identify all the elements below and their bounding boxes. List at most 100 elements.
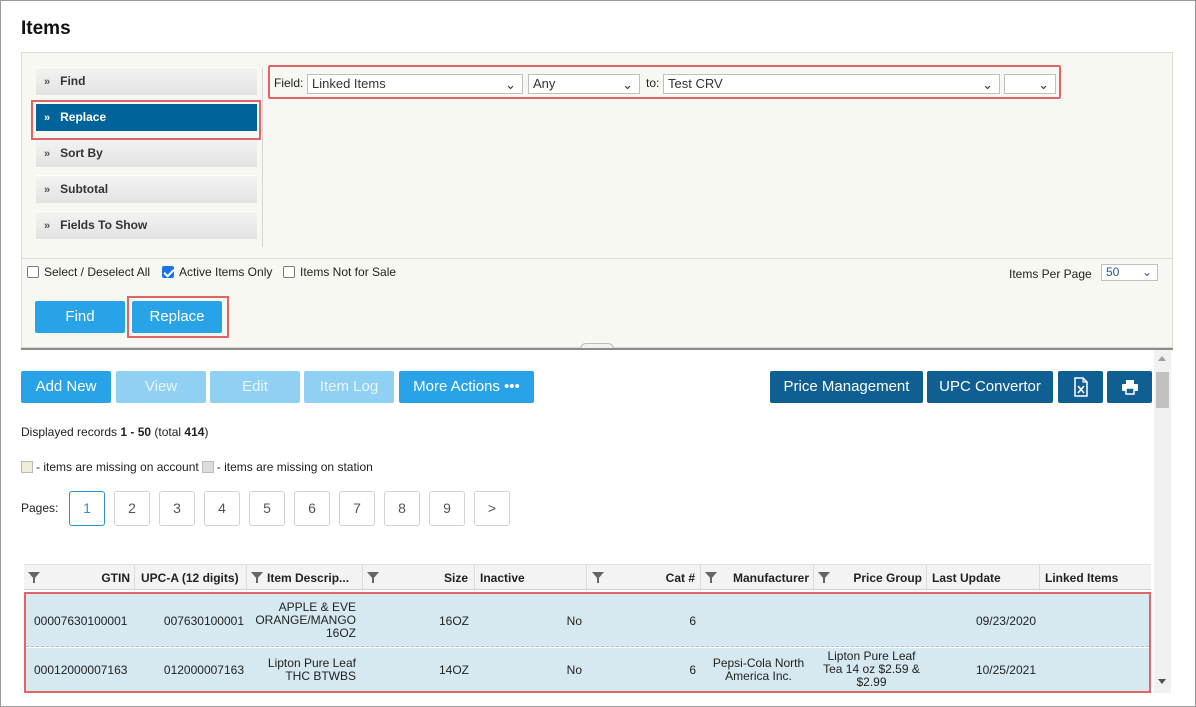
cell-description: APPLE & EVE ORANGE/MANGO 16OZ [248,601,356,640]
records-total: 414 [184,425,205,439]
page-button-5[interactable]: 5 [249,491,285,526]
cell-size: 14OZ [438,663,469,677]
column-header-gtin[interactable]: GTIN [24,565,134,591]
cell-size: 16OZ [438,614,469,628]
menu-item-fields-to-show[interactable]: » Fields To Show [36,211,257,239]
chevron-down-icon: ⌄ [622,77,633,92]
vertical-scrollbar[interactable] [1154,350,1171,693]
page-button-3[interactable]: 3 [159,491,195,526]
replace-button[interactable]: Replace [132,301,222,333]
column-header-last-update[interactable]: Last Update [926,565,1039,591]
menu-item-find[interactable]: » Find [36,67,257,95]
items-per-page-value: 50 [1106,265,1120,279]
records-summary: Displayed records 1 - 50 (total 414) [21,425,208,439]
page-button-1[interactable]: 1 [69,491,105,526]
upc-convertor-button[interactable]: UPC Convertor [927,371,1053,403]
cell-gtin: 00007630100001 [34,614,128,628]
extra-select[interactable]: ⌄ [1004,74,1056,94]
legend: - items are missing on account - items a… [21,460,373,474]
records-suffix: ) [204,425,209,439]
page-title: Items [21,18,71,39]
cell-cat: 6 [689,663,696,677]
column-header-linked-items[interactable]: Linked Items [1039,565,1151,591]
column-header-manufacturer[interactable]: Manufacturer [700,565,813,591]
table-row[interactable]: 00012000007163 012000007163 Lipton Pure … [26,648,1149,691]
not-for-sale-option[interactable]: Items Not for Sale [283,265,396,279]
page-button-4[interactable]: 4 [204,491,240,526]
replace-menu-highlight [31,100,261,140]
page-button-8[interactable]: 8 [384,491,420,526]
legend-swatch-account [21,461,33,473]
item-log-button[interactable]: Item Log [304,371,394,403]
divider [22,258,1172,259]
chevron-down-icon: ⌄ [1038,77,1049,92]
search-panel: » Find » Replace » Sort By » Subtotal » Field… [21,52,1173,349]
page-button-next[interactable]: > [474,491,510,526]
more-actions-button[interactable]: More Actions ••• [399,371,534,403]
not-for-sale-label: Items Not for Sale [300,265,397,279]
cell-upc: 007630100001 [163,614,244,628]
menu-item-sort-by[interactable]: » Sort By [36,139,257,167]
view-button[interactable]: View [116,371,206,403]
legend-swatch-station [201,461,214,473]
chevron-right-icon: » [44,220,51,232]
active-only-option[interactable]: Active Items Only [162,265,272,279]
cell-cat: 6 [689,614,696,628]
replace-value-select[interactable]: Test CRV ⌄ [663,74,1000,94]
select-all-option[interactable]: Select / Deselect All [27,265,150,279]
edit-button[interactable]: Edit [210,371,300,403]
menu-item-label: Sort By [60,146,103,160]
scroll-down-arrow-icon[interactable] [1158,679,1166,684]
menu-divider [262,67,263,247]
excel-export-button[interactable] [1058,371,1103,403]
cell-inactive: No [566,614,582,628]
table-row[interactable]: 00007630100001 007630100001 APPLE & EVE … [26,594,1149,647]
chevron-down-icon: ⌄ [1141,265,1152,279]
chevron-down-icon: ⌄ [505,77,516,92]
active-only-label: Active Items Only [179,265,273,279]
operator-select[interactable]: Any ⌄ [528,74,640,94]
menu-item-label: Fields To Show [60,218,148,232]
field-select[interactable]: Linked Items ⌄ [307,74,523,94]
field-label: Field: [274,76,304,90]
page-button-6[interactable]: 6 [294,491,330,526]
cell-last-update: 10/25/2021 [975,663,1036,677]
price-management-button[interactable]: Price Management [770,371,923,403]
chevron-right-icon: » [44,76,51,88]
add-new-button[interactable]: Add New [21,371,111,403]
chevron-down-icon: ⌄ [982,77,993,92]
records-range: 1 - 50 [120,425,152,439]
page-button-2[interactable]: 2 [114,491,150,526]
column-header-inactive[interactable]: Inactive [474,565,586,591]
active-only-checkbox[interactable] [162,266,174,278]
column-header-upc[interactable]: UPC-A (12 digits) [134,565,246,591]
cell-description-line: 16OZ [325,626,356,640]
column-header-cat[interactable]: Cat # [586,565,700,591]
table-body-highlight: 00007630100001 007630100001 APPLE & EVE … [24,592,1151,693]
cell-gtin: 00012000007163 [34,663,128,677]
menu-item-subtotal[interactable]: » Subtotal [36,175,257,203]
cell-price-group: Lipton Pure Leaf Tea 14 oz $2.59 & $2.99 [815,650,928,689]
items-per-page-select[interactable]: 50 ⌄ [1101,264,1158,281]
print-button[interactable] [1107,371,1152,403]
select-all-checkbox[interactable] [27,266,39,278]
find-button[interactable]: Find [35,301,125,333]
cell-last-update: 09/23/2020 [975,614,1036,628]
to-label: to: [646,76,660,90]
replace-criteria-row: Field: Linked Items ⌄ Any ⌄ to: Test CRV… [268,65,1061,99]
column-header-size[interactable]: Size [362,565,474,591]
not-for-sale-checkbox[interactable] [283,266,295,278]
field-select-value: Linked Items [312,76,386,91]
records-total-prefix: (total [151,425,185,439]
column-header-item-description[interactable]: Item Descrip... [246,565,362,591]
scroll-up-arrow-icon[interactable] [1158,356,1166,361]
side-menu: » Find » Replace » Sort By » Subtotal » Field… [36,67,263,247]
column-header-price-group[interactable]: Price Group [813,565,926,591]
scrollbar-thumb[interactable] [1156,372,1169,408]
pages-label: Pages: [21,501,59,515]
menu-item-label: Find [60,74,86,88]
page-button-9[interactable]: 9 [429,491,465,526]
excel-export-icon [1073,377,1088,397]
page-button-7[interactable]: 7 [339,491,375,526]
operator-select-value: Any [533,76,556,91]
